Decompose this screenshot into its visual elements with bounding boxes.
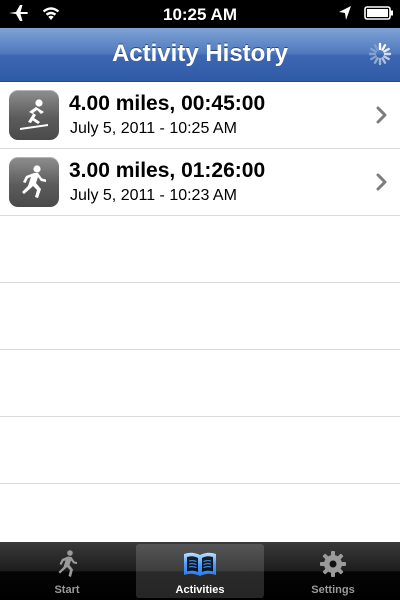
empty-list-row [0,417,400,484]
disclosure-chevron-icon [376,106,387,124]
disclosure-chevron-icon [376,173,387,191]
list-item[interactable]: 4.00 miles, 00:45:00 July 5, 2011 - 10:2… [0,82,400,149]
app-screen: 10:25 AM Activity History 4.00 miles, 00… [0,0,400,600]
empty-list-row [0,216,400,283]
skiing-icon [9,90,59,140]
empty-list-row [0,283,400,350]
activity-date: July 5, 2011 - 10:25 AM [70,120,237,137]
navigation-bar: Activity History [0,28,400,82]
empty-list-row [0,350,400,417]
battery-icon [364,5,394,26]
running-icon [9,157,59,207]
activity-title: 3.00 miles, 01:26:00 [69,159,266,182]
status-bar-right [338,5,394,26]
loading-spinner-icon [368,42,392,66]
status-bar: 10:25 AM [0,0,400,28]
open-book-icon [136,549,264,579]
list-item[interactable]: 3.00 miles, 01:26:00 July 5, 2011 - 10:2… [0,149,400,216]
tab-settings[interactable]: Settings [269,544,397,598]
tab-activities[interactable]: Activities [136,544,264,598]
gear-icon [269,549,397,579]
activity-title: 4.00 miles, 00:45:00 [69,92,266,115]
tab-start[interactable]: Start [3,544,131,598]
activity-date: July 5, 2011 - 10:23 AM [70,187,237,204]
tab-settings-label: Settings [311,584,355,596]
location-arrow-icon [338,5,352,26]
runner-icon [3,549,131,579]
tab-activities-label: Activities [175,584,225,596]
tab-bar: Start Activities Settings [0,542,400,600]
tab-start-label: Start [54,584,80,596]
activity-list: 4.00 miles, 00:45:00 July 5, 2011 - 10:2… [0,82,400,551]
page-title: Activity History [111,40,289,67]
empty-list-row [0,484,400,551]
